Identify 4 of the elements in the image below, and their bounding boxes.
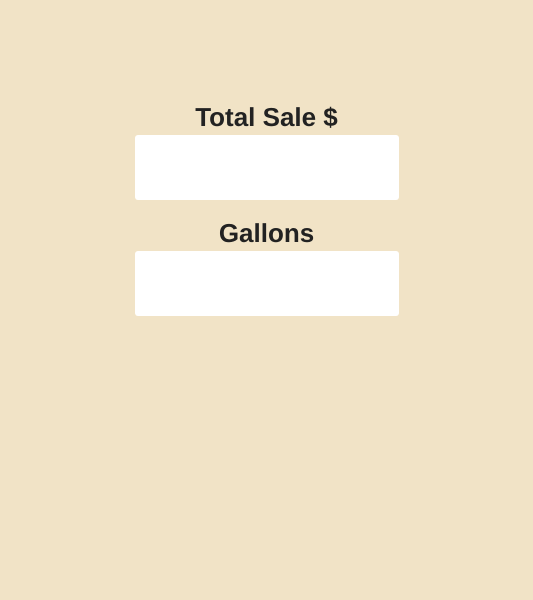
- input-field[interactable]: [134, 251, 398, 316]
- field-label: Gallons: [218, 218, 314, 248]
- input-field[interactable]: [134, 135, 398, 200]
- field-label: Total Sale $: [195, 102, 338, 132]
